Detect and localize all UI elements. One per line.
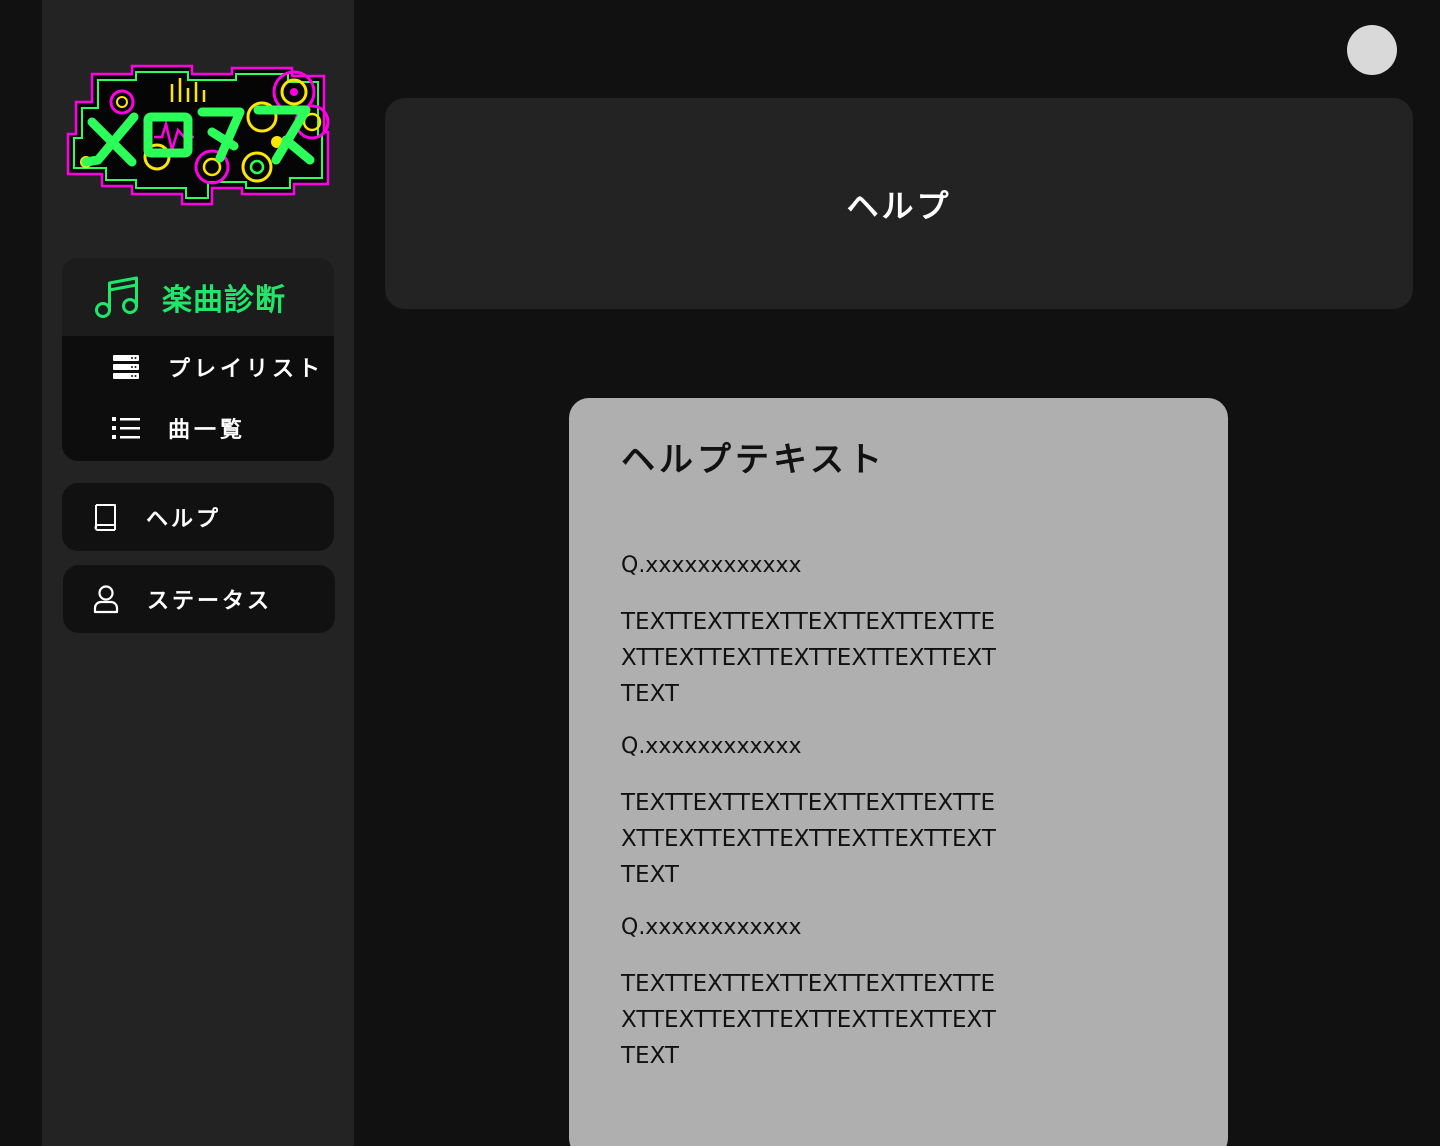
playlist-stack-icon	[113, 354, 139, 379]
nav-item-playlist[interactable]: プレイリスト	[62, 336, 334, 397]
nav-item-label: 曲一覧	[168, 417, 247, 443]
help-panel: ヘルプテキスト Q.xxxxxxxxxxxx TEXTTEXTTEXTTEXTT…	[569, 398, 1228, 1146]
nav-item-label: プレイリスト	[168, 356, 325, 382]
nav-item-label: ヘルプ	[146, 507, 222, 532]
sidebar: 楽曲診断 プレイリスト 曲一覧 ヘルプ ステータス	[42, 0, 354, 1146]
faq-question: Q.xxxxxxxxxxxx	[621, 734, 802, 759]
faq-answer: TEXTTEXTTEXTTEXTTEXTTEXTTEXTTEXTTEXTTEXT…	[621, 790, 996, 888]
faq-answer: TEXTTEXTTEXTTEXTTEXTTEXTTEXTTEXTTEXTTEXT…	[621, 609, 996, 707]
user-icon	[93, 585, 119, 614]
logo[interactable]	[62, 62, 332, 207]
logo-image	[66, 64, 330, 206]
nav-item-song-list[interactable]: 曲一覧	[62, 397, 334, 458]
nav-item-song-diagnosis[interactable]: 楽曲診断	[62, 258, 334, 336]
faq-item: Q.xxxxxxxxxxxx TEXTTEXTTEXTTEXTTEXTTEXTT…	[621, 553, 1176, 712]
page-header: ヘルプ	[385, 98, 1413, 309]
nav-item-label: 楽曲診断	[162, 283, 286, 318]
nav-group-diagnosis: 楽曲診断 プレイリスト 曲一覧	[62, 258, 334, 461]
nav-item-status[interactable]: ステータス	[63, 565, 335, 633]
book-icon	[94, 504, 116, 531]
faq-item: Q.xxxxxxxxxxxx TEXTTEXTTEXTTEXTTEXTTEXTT…	[621, 915, 1176, 1074]
nav-item-label: ステータス	[147, 589, 273, 614]
faq-question: Q.xxxxxxxxxxxx	[621, 915, 802, 940]
faq-item: Q.xxxxxxxxxxxx TEXTTEXTTEXTTEXTTEXTTEXTT…	[621, 734, 1176, 893]
nav-item-help[interactable]: ヘルプ	[62, 483, 334, 551]
avatar[interactable]	[1347, 25, 1397, 75]
faq-answer: TEXTTEXTTEXTTEXTTEXTTEXTTEXTTEXTTEXTTEXT…	[621, 971, 996, 1069]
faq-question: Q.xxxxxxxxxxxx	[621, 553, 802, 578]
list-icon	[112, 416, 140, 439]
page-title: ヘルプ	[846, 186, 952, 225]
music-note-icon	[95, 276, 138, 318]
help-panel-title: ヘルプテキスト	[621, 440, 886, 480]
app-root: 楽曲診断 プレイリスト 曲一覧 ヘルプ ステータス ヘルプ ヘルプテキスト Q.…	[0, 0, 1440, 1146]
